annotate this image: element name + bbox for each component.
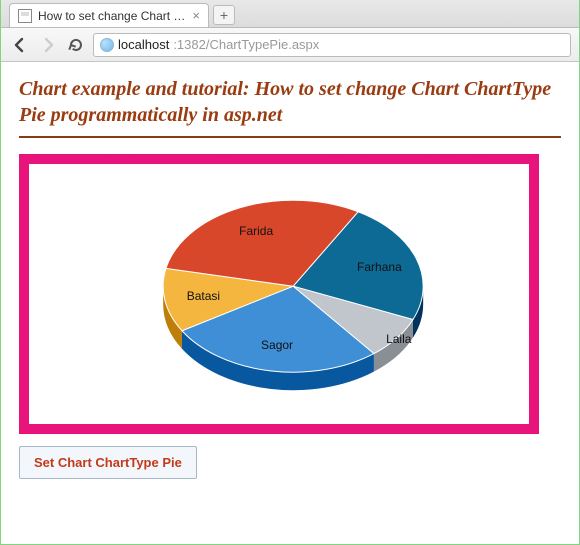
pie-slice-label: Farhana	[357, 260, 402, 274]
pie-slice-label: Batasi	[187, 289, 220, 303]
pie-slice-label: Farida	[239, 224, 273, 238]
reload-icon	[68, 37, 84, 53]
reload-button[interactable]	[65, 34, 87, 56]
toolbar: localhost :1382/ChartTypePie.aspx	[1, 28, 579, 62]
chart-frame: Farhana Laila Sagor Batasi Farida	[19, 154, 539, 434]
pie-slice-label: Sagor	[261, 338, 293, 352]
tab-strip: How to set change Chart C... × +	[1, 0, 579, 28]
page-title: Chart example and tutorial: How to set c…	[19, 76, 561, 128]
back-button[interactable]	[9, 34, 31, 56]
url-path: :1382/ChartTypePie.aspx	[173, 37, 319, 52]
pie-slice-label: Laila	[386, 332, 411, 346]
button-label: Set Chart ChartType Pie	[34, 455, 182, 470]
page-content: Chart example and tutorial: How to set c…	[1, 62, 579, 493]
set-chart-type-button[interactable]: Set Chart ChartType Pie	[19, 446, 197, 479]
divider	[19, 136, 561, 138]
arrow-right-icon	[40, 37, 56, 53]
close-icon[interactable]: ×	[192, 8, 200, 23]
page-favicon	[18, 9, 32, 23]
browser-tab[interactable]: How to set change Chart C... ×	[9, 3, 209, 27]
tab-title: How to set change Chart C...	[38, 9, 186, 23]
url-host: localhost	[118, 37, 169, 52]
address-bar[interactable]: localhost :1382/ChartTypePie.aspx	[93, 33, 571, 57]
pie-chart: Farhana Laila Sagor Batasi Farida	[29, 164, 529, 424]
plus-icon: +	[220, 7, 228, 23]
arrow-left-icon	[12, 37, 28, 53]
globe-icon	[100, 38, 114, 52]
new-tab-button[interactable]: +	[213, 5, 235, 25]
forward-button[interactable]	[37, 34, 59, 56]
